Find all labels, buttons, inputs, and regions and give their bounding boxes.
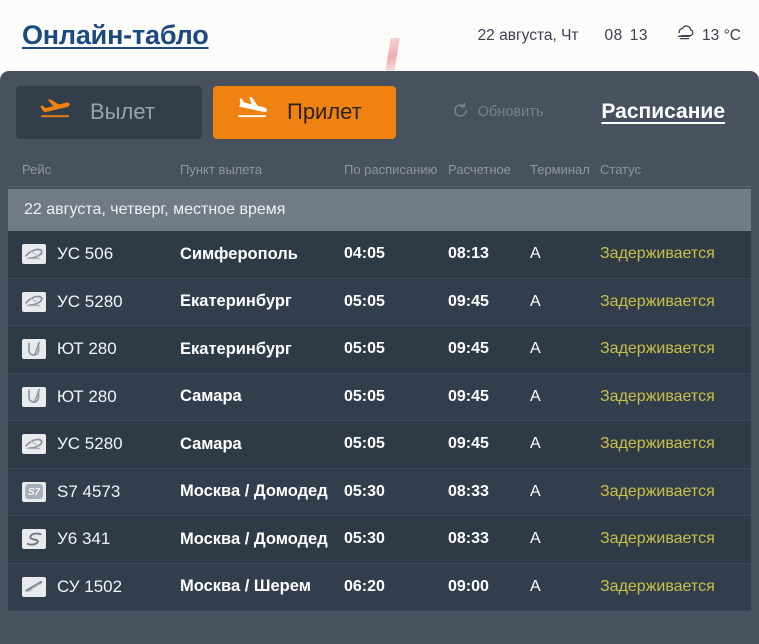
- departure-point: Самара: [180, 387, 242, 406]
- scheduled-time: 05:30: [344, 482, 385, 500]
- terminal-value: A: [530, 435, 541, 453]
- flight-number: СУ 1502: [57, 576, 123, 596]
- departure-point: Самара: [180, 434, 242, 453]
- estimated-time: 08:33: [448, 482, 489, 500]
- estimated-time: 09:45: [448, 435, 489, 453]
- uvt-aero-logo: [22, 434, 46, 455]
- status-badge: Задерживается: [600, 245, 715, 263]
- estimated-time: 09:45: [448, 340, 489, 358]
- terminal-value: A: [530, 530, 541, 548]
- column-header-status: Статус: [600, 162, 642, 177]
- refresh-label: Обновить: [477, 104, 544, 120]
- scheduled-time: 05:30: [344, 530, 385, 548]
- tab-arrival-label: Прилет: [287, 99, 362, 124]
- flights-table: УС 506 Симферополь 04:05 08:13 A Задерживаетс…: [8, 231, 751, 611]
- board-toolbar: Вылет Прилет Обновить Расписание: [8, 71, 751, 153]
- status-badge: Задерживается: [600, 482, 715, 500]
- column-header-estimated: Расчетное: [448, 162, 511, 177]
- status-badge: Задерживается: [600, 577, 715, 595]
- header-status-group: 22 августа, Чт 08 13 13 °C: [478, 24, 741, 47]
- status-badge: Задерживается: [600, 435, 715, 453]
- weather-widget: 13 °C: [674, 24, 741, 47]
- page-title-link[interactable]: Онлайн-табло: [22, 20, 209, 51]
- current-date: 22 августа, Чт: [477, 26, 579, 44]
- refresh-circle-icon: [452, 101, 469, 123]
- board-tools: Обновить Расписание: [452, 100, 745, 124]
- utair-logo: [22, 386, 46, 407]
- fog-cloud-icon: [674, 24, 696, 47]
- table-row[interactable]: У6 341 Москва / Домодед 05:30 08:33 A Задержи…: [8, 516, 751, 564]
- status-badge: Задерживается: [600, 530, 715, 548]
- column-header-flight: Рейс: [22, 162, 52, 177]
- table-row[interactable]: ЮТ 280 Самара 05:05 09:45 A Задерживается: [8, 373, 751, 421]
- schedule-link[interactable]: Расписание: [601, 100, 725, 124]
- tab-departure-label: Вылет: [90, 99, 155, 124]
- status-badge: Задерживается: [600, 340, 715, 358]
- clock-hours: 08: [604, 26, 623, 44]
- scheduled-time: 06:20: [344, 577, 385, 595]
- table-row[interactable]: УС 5280 Самара 05:05 09:45 A Задерживается: [8, 421, 751, 469]
- page-header: Онлайн-табло 22 августа, Чт 08 13 13 °C: [0, 0, 759, 72]
- estimated-time: 08:33: [448, 530, 489, 548]
- table-row[interactable]: ЮТ 280 Екатеринбург 05:05 09:45 A Задерживает…: [8, 326, 751, 374]
- temperature-value: 13 °C: [702, 26, 741, 44]
- column-header-point: Пункт вылета: [180, 162, 263, 177]
- column-header-terminal: Терминал: [530, 162, 590, 177]
- terminal-value: A: [530, 482, 541, 500]
- terminal-value: A: [530, 292, 541, 310]
- table-column-headers: Рейс Пункт вылета По расписанию Расчетно…: [8, 153, 751, 187]
- flight-board-panel: Вылет Прилет Обновить Расписание Рейс Пу…: [0, 71, 759, 644]
- flight-number: УС 5280: [57, 291, 123, 311]
- estimated-time: 09:00: [448, 577, 489, 595]
- flight-number: УС 506: [57, 244, 114, 264]
- flight-number: ЮТ 280: [57, 386, 117, 406]
- terminal-value: A: [530, 245, 541, 263]
- tab-departure[interactable]: Вылет: [16, 85, 202, 139]
- estimated-time: 09:45: [448, 292, 489, 310]
- uvt-aero-logo: [22, 291, 46, 312]
- date-banner: 22 августа, четверг, местное время: [8, 189, 751, 231]
- utair-logo: [22, 339, 46, 360]
- aeroflot-logo: [22, 576, 46, 597]
- svg-text:S7: S7: [28, 487, 41, 498]
- table-row[interactable]: S7 S7 4573 Москва / Домодед 05:30 08:33 A Заде…: [8, 468, 751, 516]
- decorative-pink-mark: [385, 38, 400, 72]
- scheduled-time: 05:05: [344, 292, 385, 310]
- tab-arrival[interactable]: Прилет: [213, 85, 396, 139]
- ural-airlines-logo: [22, 529, 46, 550]
- plane-landing-icon: [235, 96, 273, 128]
- departure-point: Екатеринбург: [180, 292, 292, 311]
- departure-point: Симферополь: [180, 244, 298, 263]
- scheduled-time: 05:05: [344, 340, 385, 358]
- uvt-aero-logo: [22, 244, 46, 265]
- scheduled-time: 05:05: [344, 387, 385, 405]
- plane-takeoff-icon: [38, 97, 76, 128]
- current-clock: 08 13: [605, 27, 649, 45]
- estimated-time: 09:45: [448, 387, 489, 405]
- terminal-value: A: [530, 577, 541, 595]
- scheduled-time: 05:05: [344, 435, 385, 453]
- departure-point: Екатеринбург: [180, 339, 292, 358]
- table-row[interactable]: УС 5280 Екатеринбург 05:05 09:45 A Задерживае…: [8, 278, 751, 326]
- scheduled-time: 04:05: [344, 245, 385, 263]
- flight-number: У6 341: [57, 529, 111, 549]
- terminal-value: A: [530, 340, 541, 358]
- s7-logo: S7: [22, 481, 46, 502]
- flight-number: ЮТ 280: [57, 339, 117, 359]
- estimated-time: 08:13: [448, 245, 489, 263]
- status-badge: Задерживается: [600, 387, 715, 405]
- status-badge: Задерживается: [600, 292, 715, 310]
- departure-point: Москва / Домодед: [180, 529, 328, 548]
- departure-point: Москва / Домодед: [180, 482, 328, 501]
- column-header-scheduled: По расписанию: [344, 162, 438, 177]
- flight-number: S7 4573: [57, 481, 121, 501]
- table-row[interactable]: СУ 1502 Москва / Шерем 06:20 09:00 A Задержив…: [8, 563, 751, 611]
- terminal-value: A: [530, 387, 541, 405]
- table-row[interactable]: УС 506 Симферополь 04:05 08:13 A Задерживаетс…: [8, 231, 751, 279]
- flight-number: УС 5280: [57, 434, 123, 454]
- clock-minutes: 13: [629, 26, 649, 44]
- refresh-button[interactable]: Обновить: [452, 101, 544, 123]
- departure-point: Москва / Шерем: [180, 577, 311, 596]
